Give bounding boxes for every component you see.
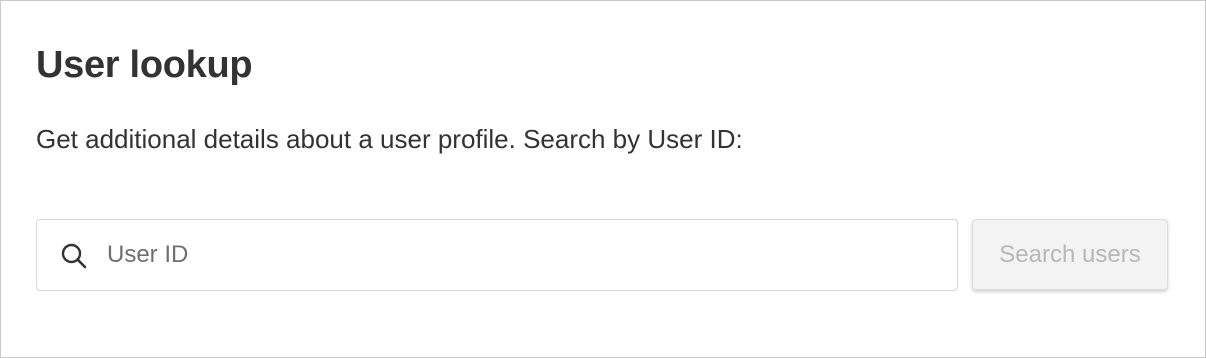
user-id-input[interactable]	[107, 220, 937, 290]
search-users-button[interactable]: Search users	[972, 219, 1168, 290]
search-field[interactable]	[36, 219, 958, 291]
page-title: User lookup	[36, 44, 253, 86]
search-icon	[61, 243, 87, 269]
user-lookup-panel: User lookup Get additional details about…	[0, 0, 1206, 358]
page-description: Get additional details about a user prof…	[36, 124, 743, 154]
